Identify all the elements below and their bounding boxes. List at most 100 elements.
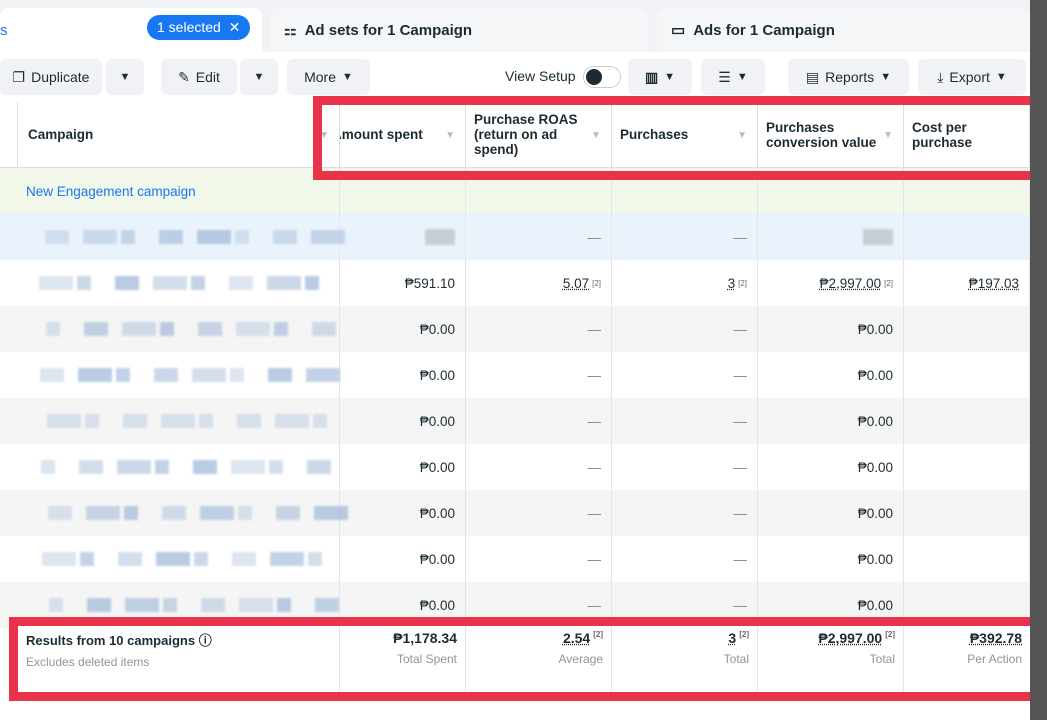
highlight-box-summary [9, 617, 1047, 701]
cell-roas: — [587, 459, 602, 475]
header-campaign[interactable]: Campaign ▼ [18, 102, 340, 168]
footnote: [2] [738, 278, 747, 288]
cell-cost: ₱197.03 [968, 275, 1019, 291]
redacted-value [425, 229, 455, 245]
export-button[interactable]: ⤓ Export ▼ [918, 59, 1026, 95]
table-row[interactable]: ₱0.00 — — ₱0.00 [0, 398, 1030, 444]
redacted-name [87, 598, 111, 612]
cell-value: ₱0.00 [857, 459, 893, 475]
cell-value: ₱0.00 [857, 597, 893, 613]
download-icon: ⤓ [937, 68, 944, 85]
select-all-column[interactable] [0, 102, 18, 168]
redacted-name [236, 322, 270, 336]
table-row[interactable]: ₱0.00 — — ₱0.00 [0, 306, 1030, 352]
view-setup-toggle[interactable] [583, 66, 621, 88]
redacted-name [40, 368, 64, 382]
cell-roas: — [587, 413, 602, 429]
cell-amount: ₱591.10 [404, 275, 455, 291]
cell-roas: — [587, 229, 602, 245]
cell-amount: ₱0.00 [419, 551, 455, 567]
edit-dropdown[interactable]: ▼ [240, 59, 278, 95]
redacted-name [154, 368, 178, 382]
redacted-name [124, 506, 138, 520]
redacted-name [116, 368, 130, 382]
redacted-name [160, 322, 174, 336]
breakdown-icon: ☰ [718, 68, 731, 85]
redacted-name [78, 368, 112, 382]
selected-pill[interactable]: 1 selected ✕ [147, 15, 251, 40]
campaign-name-link[interactable]: New Engagement campaign [26, 184, 196, 199]
cell-roas: — [587, 551, 602, 567]
tab-bar: s 1 selected ✕ ⚏ Ad sets for 1 Campaign ▭… [0, 0, 1030, 52]
ads-icon: ▭ [671, 22, 686, 39]
caret-down-icon: ▼ [342, 71, 353, 83]
table-row[interactable]: ₱0.00 — — ₱0.00 [0, 536, 1030, 582]
redacted-name [80, 552, 94, 566]
cell-purchases: — [733, 459, 748, 475]
cell-purchases: — [733, 367, 748, 383]
redacted-name [313, 414, 327, 428]
caret-down-icon: ▼ [119, 71, 131, 83]
table-row[interactable]: ₱0.00 — — ₱0.00 [0, 444, 1030, 490]
cell-roas: — [587, 367, 602, 383]
table-row[interactable]: ₱0.00 — — ₱0.00 [0, 490, 1030, 536]
redacted-name [315, 598, 339, 612]
redacted-name [274, 322, 288, 336]
tab-campaigns[interactable]: s 1 selected ✕ [0, 8, 262, 52]
tab-ad-sets[interactable]: ⚏ Ad sets for 1 Campaign [270, 8, 648, 52]
redacted-name [49, 598, 63, 612]
redacted-name [161, 414, 195, 428]
redacted-name [238, 506, 252, 520]
duplicate-button[interactable]: ❐ Duplicate [0, 59, 102, 95]
redacted-name [123, 414, 147, 428]
redacted-name [269, 460, 283, 474]
cell-purchases: — [733, 505, 748, 521]
reports-button[interactable]: ▤ Reports ▼ [788, 59, 909, 95]
duplicate-dropdown[interactable]: ▼ [106, 59, 144, 95]
redacted-name [198, 322, 222, 336]
redacted-name [159, 230, 183, 244]
more-button[interactable]: More ▼ [287, 59, 370, 95]
caret-down-icon: ▼ [253, 71, 265, 83]
cell-roas: — [587, 321, 602, 337]
redacted-name [197, 230, 231, 244]
redacted-name [155, 460, 169, 474]
cell-amount: ₱0.00 [419, 367, 455, 383]
redacted-name [308, 552, 322, 566]
cell-purchases: — [733, 551, 748, 567]
edit-button[interactable]: ✎ Edit [161, 59, 237, 95]
redacted-name [235, 230, 249, 244]
redacted-name [305, 276, 319, 290]
redacted-name [42, 552, 76, 566]
cell-roas: — [587, 597, 602, 613]
redacted-name [86, 506, 120, 520]
redacted-name [47, 414, 81, 428]
redacted-name [45, 230, 69, 244]
table-row[interactable]: ₱591.10 5.07 [2] 3 [2] ₱2,997.00 [2] ₱197.03 [0, 260, 1030, 306]
close-icon[interactable]: ✕ [225, 19, 241, 35]
redacted-name [46, 322, 60, 336]
highlight-box-headers [313, 96, 1040, 180]
cell-roas: 5.07 [562, 275, 590, 291]
reports-icon: ▤ [805, 68, 820, 85]
table-row[interactable]: — — [0, 214, 1030, 260]
toolbar: ❐ Duplicate ▼ ✎ Edit ▼ More ▼ View Setup ▥ ▼… [0, 52, 1030, 102]
cell-amount: ₱0.00 [419, 413, 455, 429]
tab-ads[interactable]: ▭ Ads for 1 Campaign [657, 8, 1030, 52]
redacted-name [163, 598, 177, 612]
redacted-name [229, 276, 253, 290]
cell-value: ₱0.00 [857, 505, 893, 521]
redacted-name [199, 414, 213, 428]
columns-button[interactable]: ▥ ▼ [628, 59, 692, 95]
redacted-name [307, 460, 331, 474]
scrollbar[interactable] [1030, 0, 1047, 720]
breakdown-button[interactable]: ☰ ▼ [701, 59, 765, 95]
redacted-value [863, 229, 893, 245]
redacted-name [192, 368, 226, 382]
table-row[interactable]: ₱0.00 — — ₱0.00 [0, 352, 1030, 398]
redacted-name [153, 276, 187, 290]
footnote: [2] [592, 278, 601, 288]
cell-purchases: 3 [727, 275, 736, 291]
redacted-name [39, 276, 73, 290]
redacted-name [231, 460, 265, 474]
